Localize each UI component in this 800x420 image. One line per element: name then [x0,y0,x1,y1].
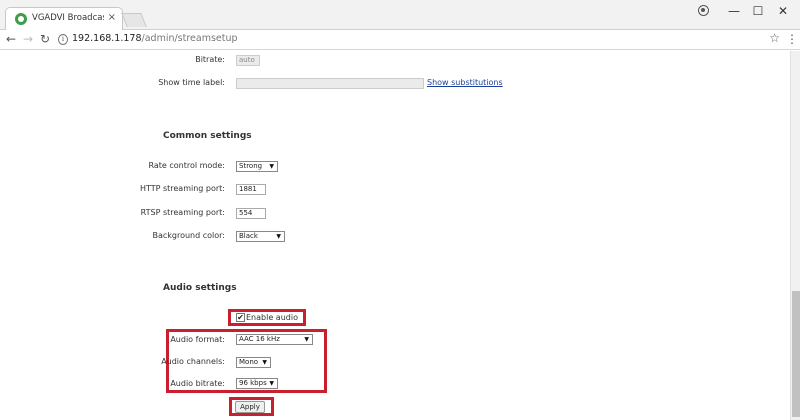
chevron-down-icon: ▼ [304,336,309,343]
enable-audio-label: Enable audio [246,313,298,322]
maximize-button[interactable]: ☐ [747,3,769,19]
audio-channels-select[interactable]: Mono ▼ [236,357,271,368]
audio-format-select[interactable]: AAC 16 kHz ▼ [236,334,313,345]
audio-format-value: AAC 16 kHz [239,335,280,343]
back-icon[interactable]: ← [4,32,18,46]
bg-color-value: Black [239,232,258,240]
scrollbar-thumb[interactable] [792,291,800,417]
address-bar[interactable]: i 192.168.1.178/admin/streamsetup ☆ [56,31,780,48]
tab-close-icon[interactable]: × [108,12,116,24]
minimize-button[interactable]: — [723,3,745,19]
enable-audio-checkbox[interactable]: ✔ [236,313,245,322]
bitrate-field: auto [236,55,260,66]
audio-channels-value: Mono [239,358,259,366]
bookmark-star-icon[interactable]: ☆ [769,31,780,45]
profile-icon[interactable] [698,5,709,16]
audio-bitrate-value: 96 kbps [239,379,267,387]
site-info-icon[interactable]: i [58,34,68,45]
time-label-label: Show time label: [158,78,225,87]
forward-icon[interactable]: → [21,32,35,46]
site-favicon-icon [15,13,27,25]
url-host: 192.168.1.178 [72,33,142,44]
page-scrollbar[interactable] [790,51,800,420]
rate-control-value: Strong [239,162,263,170]
new-tab-button[interactable] [121,13,147,27]
chevron-down-icon: ▼ [269,380,274,387]
http-port-label: HTTP streaming port: [139,184,225,193]
page-content: Bitrate: auto Show time label: Show subs… [0,51,790,420]
audio-bitrate-select[interactable]: 96 kbps ▼ [236,378,278,389]
rtsp-port-label: RTSP streaming port: [140,208,225,217]
audio-format-label: Audio format: [170,335,225,344]
bg-color-select[interactable]: Black ▼ [236,231,285,242]
close-window-button[interactable]: ✕ [772,3,794,19]
browser-toolbar: ← → ↻ i 192.168.1.178/admin/streamsetup … [0,30,800,50]
rate-control-label: Rate control mode: [148,161,225,170]
common-settings-title: Common settings [163,131,252,141]
url-path: /admin/streamsetup [141,33,238,44]
show-substitutions-link[interactable]: Show substitutions [427,78,503,87]
time-label-field [236,78,424,89]
browser-tab[interactable]: VGADVI Broadcaster - st × [5,7,123,31]
chevron-down-icon: ▼ [262,359,267,366]
chevron-down-icon: ▼ [276,233,281,240]
url-text: 192.168.1.178/admin/streamsetup [72,33,238,44]
audio-settings-title: Audio settings [163,283,237,293]
reload-icon[interactable]: ↻ [38,32,52,46]
audio-channels-label: Audio channels: [161,357,225,366]
browser-titlebar: VGADVI Broadcaster - st × — ☐ ✕ [0,0,800,31]
bitrate-label: Bitrate: [195,55,225,64]
audio-bitrate-label: Audio bitrate: [170,379,225,388]
chevron-down-icon: ▼ [269,163,274,170]
tab-title: VGADVI Broadcaster - st [32,13,104,23]
http-port-field[interactable]: 1881 [236,184,266,195]
rtsp-port-field[interactable]: 554 [236,208,266,219]
browser-menu-icon[interactable]: ⋮ [786,33,798,45]
apply-button[interactable]: Apply [235,401,265,413]
bg-color-label: Background color: [152,231,225,240]
rate-control-select[interactable]: Strong ▼ [236,161,278,172]
